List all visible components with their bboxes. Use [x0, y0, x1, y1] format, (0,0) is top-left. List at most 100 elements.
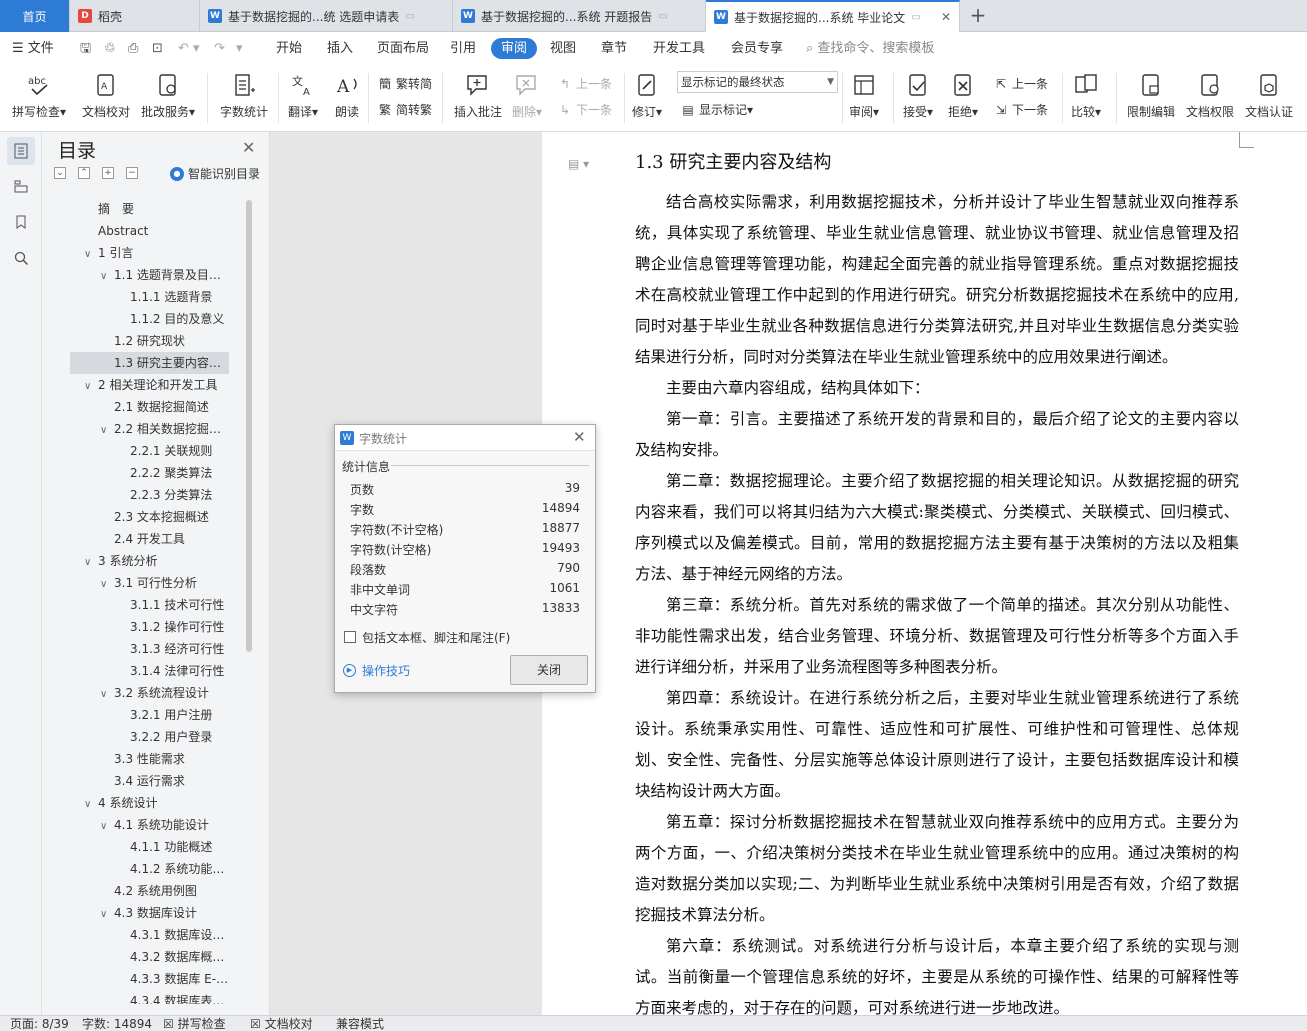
next-change-button[interactable]: ⇲ 下一条 — [993, 101, 1048, 118]
close-icon[interactable]: ✕ — [573, 428, 586, 446]
chevron-down-icon[interactable]: ∨ — [84, 794, 98, 814]
chevron-down-icon[interactable]: ∨ — [84, 244, 98, 264]
menu-item-view[interactable]: 视图 — [550, 38, 576, 59]
toc-item[interactable]: 1.1.1 选题背景 — [70, 286, 229, 308]
tab-thesis[interactable]: W 基于数据挖掘的...系统 毕业论文 ▭ ✕ — [706, 0, 960, 32]
review-pane-button[interactable]: 审阅▾ — [849, 71, 879, 120]
insert-comment-button[interactable]: 插入批注 — [454, 71, 502, 120]
expand-all-icon[interactable]: ⌃ — [78, 167, 90, 179]
track-changes-button[interactable]: 修订▾ — [632, 71, 662, 120]
toc-item[interactable]: 4.3.4 数据库表设计 — [70, 990, 229, 1004]
toc-item[interactable]: 3.1.3 经济可行性 — [70, 638, 229, 660]
save-icon[interactable]: 🖫 — [80, 38, 91, 59]
collapse-icon[interactable]: − — [126, 167, 138, 179]
document-page[interactable]: ▤ ▾ 1.3 研究主要内容及结构 结合高校实际需求，利用数据挖掘技术，分析并设… — [542, 132, 1307, 1017]
toc-item[interactable]: 4.2 系统用例图 — [70, 880, 229, 902]
toc-item[interactable]: ∨ 4.3 数据库设计 — [70, 902, 229, 924]
print-icon[interactable]: ⎙ — [128, 38, 138, 59]
batch-service-button[interactable]: 批改服务▾ — [141, 71, 195, 120]
reject-button[interactable]: 拒绝▾ — [948, 71, 978, 120]
chapter-nav-icon[interactable] — [7, 172, 35, 200]
toc-item[interactable]: ∨2.2 相关数据挖掘算法概... — [70, 418, 229, 440]
toc-item[interactable]: 摘 要 — [70, 198, 229, 220]
chevron-down-icon[interactable]: ∨ — [84, 552, 98, 572]
collapse-all-icon[interactable]: ⌄ — [54, 167, 66, 179]
toc-item[interactable]: 4.3.3 数据库 E-R 图设... — [70, 968, 229, 990]
menu-item-chapter[interactable]: 章节 — [601, 38, 627, 59]
close-icon[interactable]: ✕ — [242, 138, 255, 157]
tab-daoke[interactable]: D 稻壳 — [70, 0, 200, 32]
word-count-indicator[interactable]: 字数: 14894 — [82, 1017, 152, 1031]
toc-item[interactable]: 4.1.1 功能概述 — [70, 836, 229, 858]
chevron-down-icon[interactable]: ∨ — [100, 266, 114, 286]
include-textbox-checkbox[interactable] — [344, 631, 356, 643]
undo-icon[interactable]: ↶ ▾ — [178, 38, 200, 59]
menu-item-review[interactable]: 审阅 — [491, 38, 538, 59]
toc-item[interactable]: 3.2.2 用户登录 — [70, 726, 229, 748]
delete-comment-button[interactable]: 删除▾ — [512, 71, 542, 120]
toc-item[interactable]: Abstract — [70, 220, 229, 242]
toc-item[interactable]: 1.3 研究主要内容及结构 — [70, 352, 229, 374]
print-preview-icon[interactable]: ⊡ — [152, 38, 163, 59]
toc-item[interactable]: 3.1.4 法律可行性 — [70, 660, 229, 682]
chevron-down-icon[interactable]: ∨ — [100, 816, 114, 836]
close-button[interactable]: 关闭 — [510, 655, 588, 685]
menu-item-start[interactable]: 开始 — [276, 38, 302, 59]
next-comment-button[interactable]: ↳ 下一条 — [557, 101, 612, 118]
menu-item-member[interactable]: 会员专享 — [731, 38, 783, 59]
toc-item[interactable]: ∨ 3 系统分析 — [70, 550, 229, 572]
doc-check-status[interactable]: ☒ 文档校对 — [250, 1017, 313, 1031]
tab-proposal-form[interactable]: W 基于数据挖掘的...统 选题申请表 ▭ — [200, 0, 453, 32]
toc-item[interactable]: 2.3 文本挖掘概述 — [70, 506, 229, 528]
toc-item[interactable]: 4.3.1 数据库设计原则 — [70, 924, 229, 946]
include-textbox-label[interactable]: 包括文本框、脚注和尾注(F) — [362, 629, 510, 646]
toc-item[interactable]: 4.3.2 数据库概念设计 — [70, 946, 229, 968]
toc-item[interactable]: 4.1.2 系统功能结构 — [70, 858, 229, 880]
command-search[interactable]: ⌕ 查找命令、搜索模板 — [806, 38, 934, 59]
tab-opening-report[interactable]: W 基于数据挖掘的...系统 开题报告 ▭ — [453, 0, 706, 32]
toc-item[interactable]: 3.2.1 用户注册 — [70, 704, 229, 726]
toc-item[interactable]: 3.1.2 操作可行性 — [70, 616, 229, 638]
trad-to-simp-button[interactable]: 簡繁转简 — [377, 75, 432, 92]
toc-panel-icon[interactable] — [7, 137, 35, 165]
toc-item[interactable]: 1.1.2 目的及意义 — [70, 308, 229, 330]
bookmark-icon[interactable] — [7, 208, 35, 236]
toc-item[interactable]: 2.2.2 聚类算法 — [70, 462, 229, 484]
new-tab-icon[interactable]: + — [966, 4, 990, 28]
toc-item[interactable]: 2.2.3 分类算法 — [70, 484, 229, 506]
toc-item[interactable]: ∨ 1 引言 — [70, 242, 229, 264]
doc-check-button[interactable]: A 文档校对 — [82, 71, 130, 120]
toc-item[interactable]: ∨ 3.1 可行性分析 — [70, 572, 229, 594]
toc-item[interactable]: ∨ 4.1 系统功能设计 — [70, 814, 229, 836]
word-count-button[interactable]: 字数统计 — [220, 71, 268, 120]
simp-to-trad-button[interactable]: 繁简转繁 — [377, 101, 432, 118]
chevron-down-icon[interactable]: ∨ — [100, 420, 114, 440]
toc-item[interactable]: ∨ 4 系统设计 — [70, 792, 229, 814]
toc-item[interactable]: 3.4 运行需求 — [70, 770, 229, 792]
restrict-editing-button[interactable]: 限制编辑 — [1127, 71, 1175, 120]
expand-icon[interactable]: + — [102, 167, 114, 179]
doc-auth-button[interactable]: 文档认证 — [1245, 71, 1293, 120]
chevron-down-icon[interactable]: ∨ — [100, 574, 114, 594]
page-indicator[interactable]: 页面: 8/39 — [10, 1017, 69, 1031]
read-aloud-button[interactable]: A 朗读 — [333, 71, 361, 120]
menu-item-reference[interactable]: 引用 — [450, 38, 476, 59]
toc-item[interactable]: 3.1.1 技术可行性 — [70, 594, 229, 616]
prev-comment-button[interactable]: ↰ 上一条 — [557, 75, 612, 92]
spell-check-status[interactable]: ☒ 拼写检查 — [163, 1017, 226, 1031]
file-menu[interactable]: ☰ 文件 — [12, 38, 54, 59]
spell-check-button[interactable]: abc 拼写检查▾ — [12, 71, 66, 120]
toc-item[interactable]: 2.2.1 关联规则 — [70, 440, 229, 462]
chevron-down-icon[interactable]: ∨ — [84, 376, 98, 396]
toc-item[interactable]: 3.3 性能需求 — [70, 748, 229, 770]
compare-button[interactable]: 比较▾ — [1071, 71, 1101, 120]
show-markup-button[interactable]: ▤ 显示标记 ▾ — [680, 101, 753, 118]
chevron-down-icon[interactable]: ∨ — [100, 904, 114, 924]
toc-scrollbar[interactable] — [246, 200, 252, 652]
toc-item[interactable]: 2.1 数据挖掘简述 — [70, 396, 229, 418]
toc-item[interactable]: ∨ 2 相关理论和开发工具 — [70, 374, 229, 396]
page-options-icon[interactable]: ▤ ▾ — [568, 157, 589, 171]
menu-item-developer[interactable]: 开发工具 — [653, 38, 705, 59]
translate-button[interactable]: 文A 翻译▾ — [288, 71, 318, 120]
redo-icon[interactable]: ↷ — [214, 38, 225, 59]
